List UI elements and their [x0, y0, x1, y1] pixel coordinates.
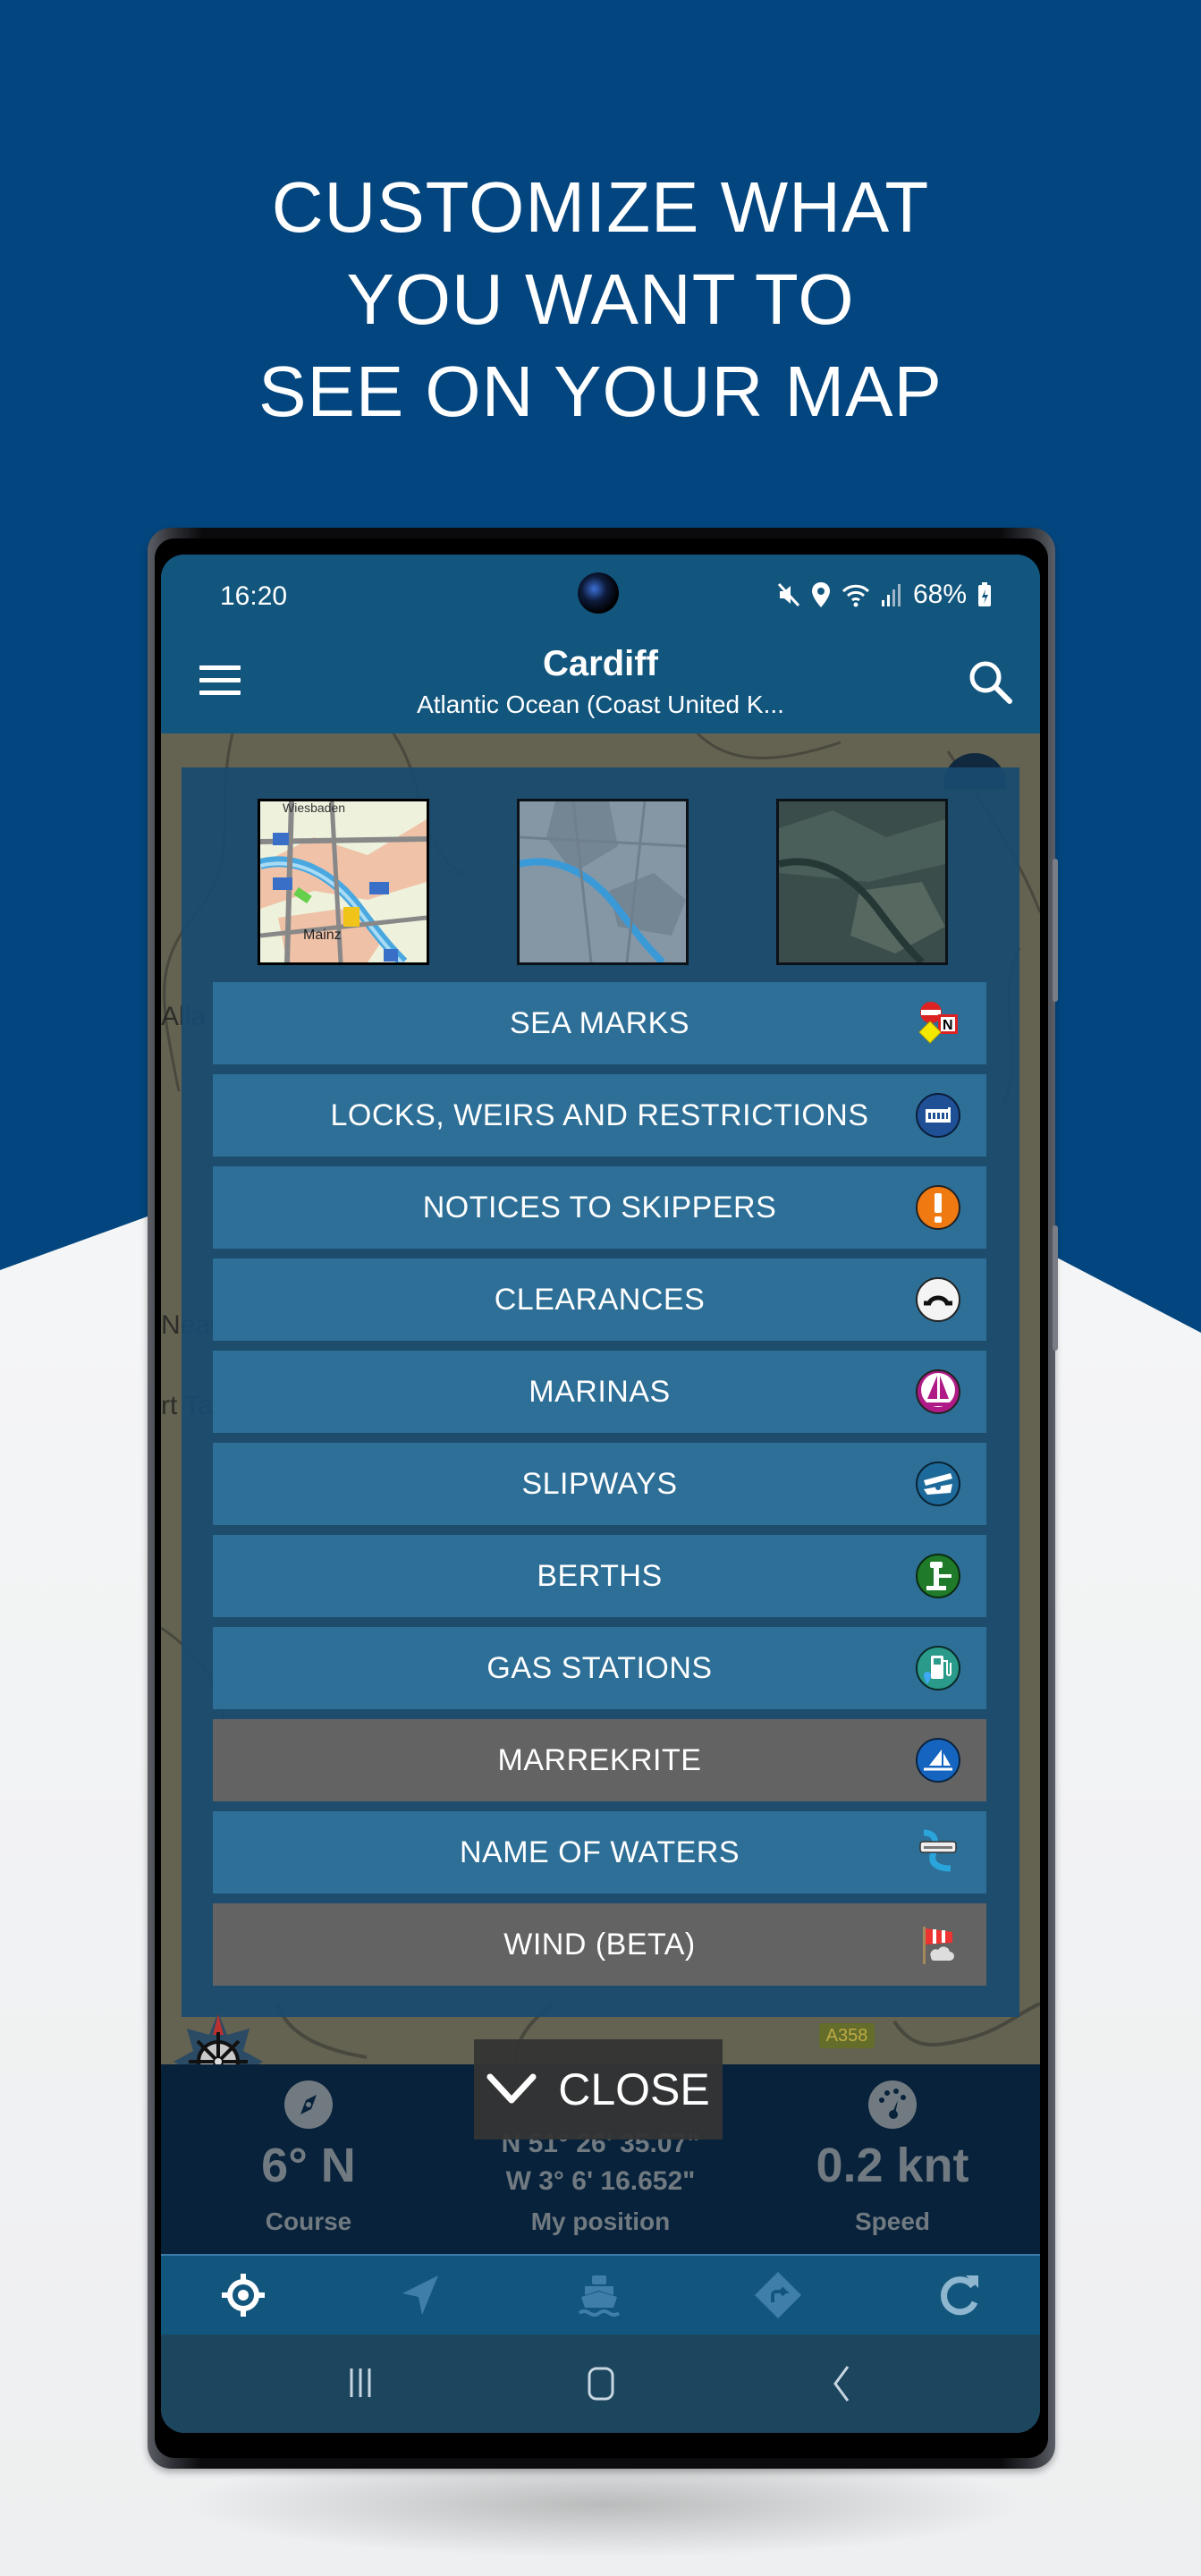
signal-icon: [881, 582, 902, 607]
status-time: 16:20: [220, 581, 288, 611]
chevron-down-icon: [486, 2073, 537, 2106]
close-button-label: CLOSE: [558, 2064, 710, 2114]
layer-label: MARREKRITE: [497, 1742, 702, 1777]
compass-icon: [284, 2080, 333, 2129]
navigation-arrow-icon: [393, 2268, 447, 2322]
battery-percent: 68%: [912, 580, 967, 609]
page-title: Cardiff: [543, 644, 658, 683]
map-style-satellite[interactable]: [776, 799, 948, 965]
ship-icon: [572, 2268, 626, 2322]
wifi-icon: [842, 582, 870, 607]
layer-label: NOTICES TO SKIPPERS: [422, 1190, 777, 1224]
recent-apps-button[interactable]: [334, 2361, 387, 2406]
headline-line-3: SEE ON YOUR MAP: [258, 352, 943, 431]
svg-text:N: N: [943, 1018, 953, 1033]
layer-label: NAME OF WATERS: [460, 1835, 740, 1869]
sailboat-icon: [915, 1368, 961, 1415]
phone-side-button: [1053, 859, 1058, 1002]
layer-label: GAS STATIONS: [486, 1650, 713, 1685]
status-icons: 68%: [777, 580, 992, 610]
satellite-thumbnail: [779, 801, 945, 962]
course-label: Course: [265, 2207, 352, 2235]
route-sign-icon: [751, 2268, 805, 2322]
phone-side-button: [1053, 1225, 1058, 1351]
marrekrite-icon: [915, 1737, 961, 1784]
layer-toggle-sea-marks[interactable]: SEA MARKS N: [213, 982, 986, 1064]
speedometer-icon: [868, 2080, 917, 2129]
fuel-pump-icon: [915, 1645, 961, 1691]
layer-label: CLEARANCES: [494, 1282, 706, 1317]
map-style-dark[interactable]: [517, 799, 689, 965]
search-icon[interactable]: [965, 657, 1015, 707]
bridge-clearance-icon: [915, 1276, 961, 1323]
tab-navigate[interactable]: [393, 2268, 447, 2322]
tab-route[interactable]: [751, 2268, 805, 2322]
water-name-icon: [915, 1829, 961, 1876]
position-label: My position: [530, 2207, 671, 2235]
crosshair-location-icon: [216, 2268, 270, 2322]
lock-gate-icon: [915, 1092, 961, 1139]
system-nav-bar: [161, 2334, 1040, 2433]
layer-label: LOCKS, WEIRS AND RESTRICTIONS: [330, 1097, 869, 1132]
layer-toggle-clearances[interactable]: CLEARANCES: [213, 1258, 986, 1341]
recent-apps-icon: [334, 2361, 387, 2406]
exclamation-icon: [915, 1184, 961, 1231]
layer-toggle-wind[interactable]: WIND (BETA): [213, 1903, 986, 1986]
street-map-thumbnail: Wiesbaden Mainz: [260, 801, 427, 962]
phone-screen: 16:20 68% Cardiff Atlantic Ocean (Coast …: [161, 555, 1040, 2433]
headline-line-1: CUSTOMIZE WHAT: [271, 167, 930, 247]
promo-headline: CUSTOMIZE WHAT YOU WANT TO SEE ON YOUR M…: [0, 161, 1201, 437]
back-button[interactable]: [814, 2361, 867, 2406]
bollard-icon: [915, 1553, 961, 1599]
dark-map-thumbnail: [520, 801, 686, 962]
tab-refresh[interactable]: [932, 2268, 985, 2322]
layer-label: MARINAS: [529, 1374, 671, 1409]
layer-toggle-marinas[interactable]: MARINAS: [213, 1351, 986, 1433]
layer-label: SLIPWAYS: [521, 1466, 678, 1501]
page-subtitle: Atlantic Ocean (Coast United K...: [417, 691, 784, 718]
status-bar: 16:20 68%: [161, 555, 1040, 626]
layer-toggle-name-of-waters[interactable]: NAME OF WATERS: [213, 1811, 986, 1894]
layer-label: WIND (BETA): [503, 1927, 696, 1962]
speed-label: Speed: [854, 2207, 931, 2235]
home-button[interactable]: [574, 2361, 628, 2406]
layer-toggle-berths[interactable]: BERTHS: [213, 1535, 986, 1617]
headline-line-2: YOU WANT TO: [346, 259, 855, 339]
slipway-icon: [915, 1461, 961, 1507]
course-value: 6° N: [261, 2139, 356, 2192]
refresh-icon: [932, 2268, 985, 2322]
thumb-label: Wiesbaden: [283, 801, 345, 815]
back-icon: [814, 2361, 867, 2406]
layer-toggle-marrekrite[interactable]: MARREKRITE: [213, 1719, 986, 1801]
sea-marks-icon: N: [915, 1000, 961, 1046]
tab-ferry[interactable]: [572, 2268, 626, 2322]
front-camera: [578, 572, 619, 614]
app-bar: Cardiff Atlantic Ocean (Coast United K..…: [161, 626, 1040, 733]
mute-icon: [777, 581, 800, 608]
map-style-street[interactable]: Wiesbaden Mainz: [258, 799, 429, 965]
longitude-value: W 3° 6' 16.652": [505, 2166, 696, 2196]
layer-toggle-notices[interactable]: NOTICES TO SKIPPERS: [213, 1166, 986, 1249]
layer-label: BERTHS: [537, 1558, 663, 1593]
home-icon: [574, 2361, 628, 2406]
layer-label: SEA MARKS: [509, 1005, 689, 1040]
bottom-tab-bar: [161, 2254, 1040, 2334]
thumb-label: Mainz: [303, 928, 342, 943]
windsock-icon: [915, 1921, 961, 1968]
close-button[interactable]: CLOSE: [474, 2039, 723, 2140]
speed-value: 0.2 knt: [816, 2139, 969, 2192]
layer-toggle-slipways[interactable]: SLIPWAYS: [213, 1443, 986, 1525]
location-icon: [811, 581, 831, 608]
layer-toggle-locks-weirs[interactable]: LOCKS, WEIRS AND RESTRICTIONS: [213, 1074, 986, 1157]
layer-toggle-gas-stations[interactable]: GAS STATIONS: [213, 1627, 986, 1709]
layer-selection-panel: Wiesbaden Mainz SEA MARKS N LOCKS, WEIRS…: [182, 767, 1019, 2017]
battery-icon: [977, 582, 992, 607]
tab-my-location[interactable]: [216, 2268, 270, 2322]
